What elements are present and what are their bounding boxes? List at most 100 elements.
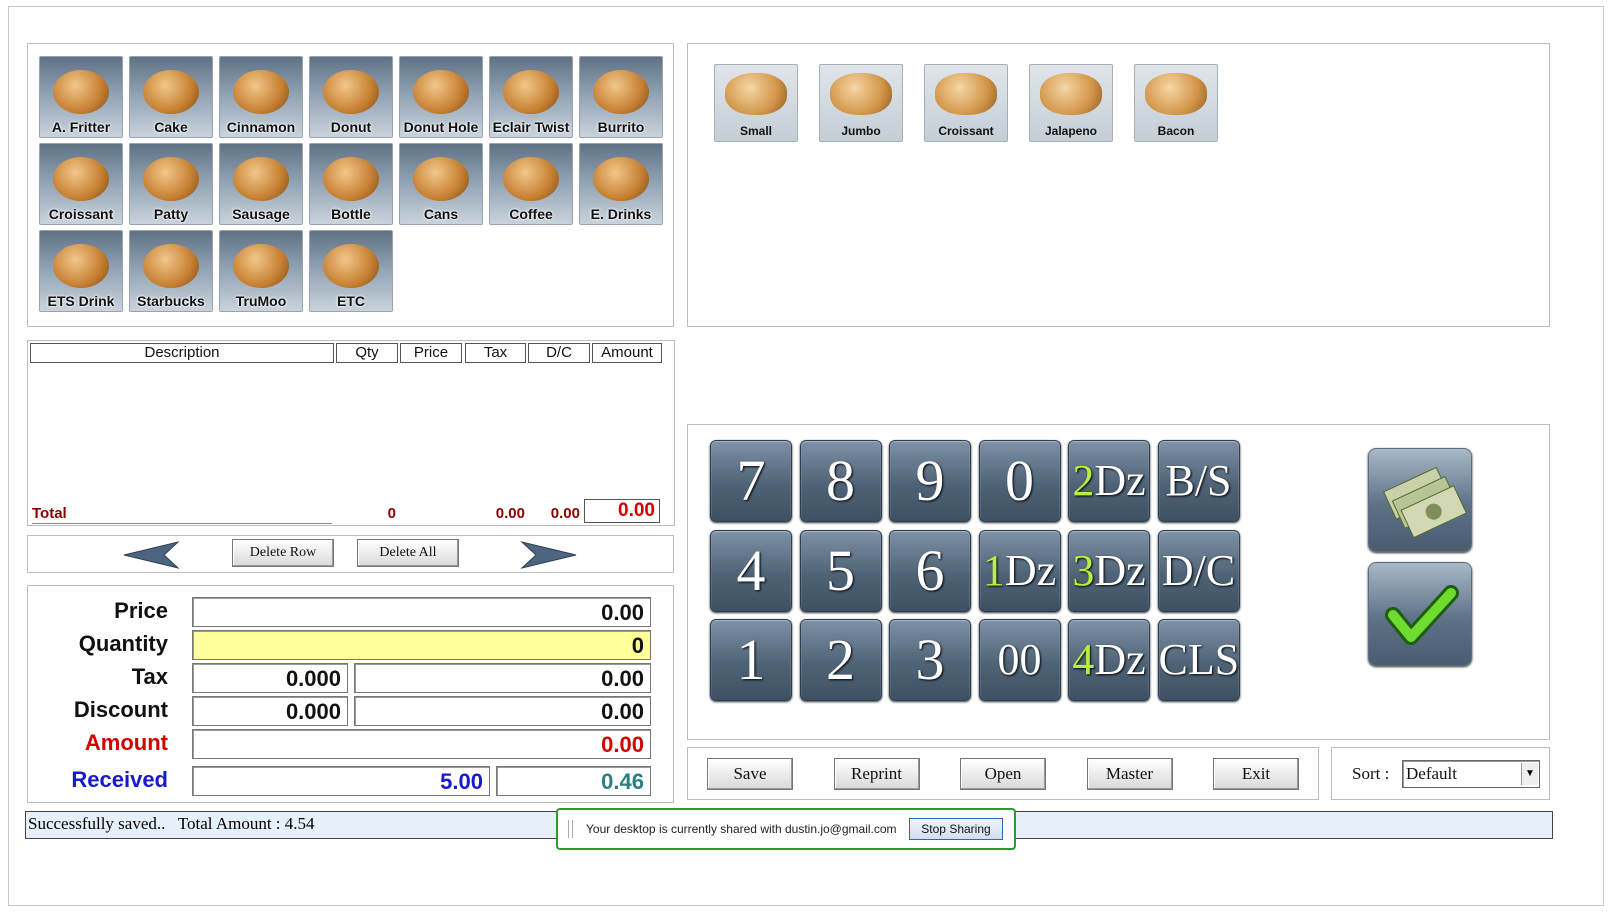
order-grid: Description Qty Price Tax D/C Amount Tot… (27, 340, 675, 526)
keypad-key-label: 1Dz (982, 545, 1057, 595)
keypad-key[interactable]: 5 (799, 529, 882, 612)
product-button[interactable]: Cake (129, 56, 213, 138)
keypad-key[interactable]: 4 (710, 529, 792, 612)
keypad-key[interactable]: 3Dz (1068, 529, 1150, 612)
product-label: ETC (337, 293, 365, 309)
product-button[interactable]: Starbucks (129, 230, 213, 312)
exit-button[interactable]: Exit (1213, 758, 1299, 790)
keypad-key[interactable]: B/S (1157, 440, 1240, 522)
product-button[interactable]: Donut Hole (399, 56, 483, 138)
product-button[interactable]: A. Fritter (39, 56, 123, 138)
keypad-key[interactable]: 6 (889, 529, 971, 612)
save-button[interactable]: Save (707, 758, 793, 790)
entry-panel: Price 0.00 Quantity 0 Tax 0.000 0.00 Dis… (27, 585, 674, 803)
product-label: Burrito (597, 119, 645, 135)
product-button[interactable]: Croissant (39, 143, 123, 225)
sort-label: Sort : (1352, 764, 1390, 783)
col-tax[interactable]: Tax (465, 343, 526, 363)
received-field[interactable]: 5.00 (192, 766, 490, 796)
product-button[interactable]: Eclair Twist (489, 56, 573, 138)
subproduct-button[interactable]: Bacon (1134, 64, 1218, 142)
keypad-key[interactable]: 1 (710, 619, 792, 701)
prev-arrow-icon[interactable] (122, 540, 180, 570)
keypad-key[interactable]: 7 (710, 440, 792, 522)
keypad-key[interactable]: CLS (1157, 619, 1240, 701)
status-text: Successfully saved.. Total Amount : 4.54 (28, 814, 315, 833)
tax-amount-field[interactable]: 0.00 (354, 663, 651, 693)
col-price[interactable]: Price (400, 343, 462, 363)
product-button[interactable]: Donut (309, 56, 393, 138)
amount-field[interactable]: 0.00 (192, 729, 651, 759)
keypad-key[interactable]: 0 (978, 440, 1061, 522)
discount-amount-field[interactable]: 0.00 (354, 696, 651, 726)
keypad-key[interactable]: 9 (889, 440, 971, 522)
col-amount[interactable]: Amount (592, 343, 662, 363)
sort-panel: Sort : Default ▼ (1331, 747, 1550, 800)
master-button[interactable]: Master (1086, 758, 1173, 790)
quantity-field[interactable]: 0 (192, 630, 651, 660)
keypad-key[interactable]: D/C (1157, 529, 1240, 612)
product-button[interactable]: Cinnamon (219, 56, 303, 138)
checkmark-icon (1385, 585, 1459, 645)
delete-row-button[interactable]: Delete Row (232, 539, 334, 567)
subproduct-label: Jalapeno (1044, 124, 1098, 138)
keypad-key[interactable]: 2 (799, 619, 882, 701)
keypad-key[interactable]: 2Dz (1068, 440, 1150, 522)
keypad-key[interactable]: 3 (889, 619, 971, 701)
product-label: A. Fritter (51, 119, 111, 135)
product-label: Donut Hole (403, 119, 479, 135)
next-arrow-icon[interactable] (520, 540, 578, 570)
product-button[interactable]: Bottle (309, 143, 393, 225)
keypad-key-label: 00 (997, 635, 1042, 684)
keypad-key[interactable]: 00 (978, 619, 1061, 701)
keypad-key-label: 3 (915, 627, 945, 692)
keypad-key-label: CLS (1158, 635, 1240, 684)
subproduct-button[interactable]: Jumbo (819, 64, 903, 142)
confirm-button[interactable] (1368, 562, 1472, 666)
subproduct-button[interactable]: Small (714, 64, 798, 142)
keypad-key[interactable]: 1Dz (978, 529, 1061, 612)
delete-all-button[interactable]: Delete All (357, 539, 459, 567)
product-button[interactable]: Sausage (219, 143, 303, 225)
share-grip-icon (568, 820, 573, 838)
reprint-button[interactable]: Reprint (833, 758, 920, 790)
product-button[interactable]: Burrito (579, 56, 663, 138)
product-button[interactable]: ETS Drink (39, 230, 123, 312)
product-label: Coffee (509, 206, 553, 222)
chevron-down-icon[interactable]: ▼ (1521, 763, 1538, 785)
keypad-key[interactable]: 8 (799, 440, 882, 522)
product-button[interactable]: TruMoo (219, 230, 303, 312)
subproduct-button[interactable]: Croissant (924, 64, 1008, 142)
keypad-key[interactable]: 4Dz (1068, 619, 1150, 701)
product-button[interactable]: Cans (399, 143, 483, 225)
cash-button[interactable] (1368, 448, 1472, 552)
subproduct-panel (687, 43, 1550, 327)
subproduct-image (1141, 69, 1211, 119)
product-label: Croissant (48, 206, 114, 222)
total-qty: 0 (387, 505, 396, 522)
sort-value: Default (1406, 764, 1457, 783)
stop-sharing-button[interactable]: Stop Sharing (909, 818, 1003, 840)
subproduct-label: Bacon (1157, 124, 1195, 138)
discount-rate-field[interactable]: 0.000 (192, 696, 348, 726)
change-field[interactable]: 0.46 (496, 766, 651, 796)
subproduct-label: Croissant (938, 124, 994, 138)
tax-rate-field[interactable]: 0.000 (192, 663, 348, 693)
product-button[interactable]: ETC (309, 230, 393, 312)
product-button[interactable]: Patty (129, 143, 213, 225)
product-button[interactable]: Coffee (489, 143, 573, 225)
keypad-key-label: 3Dz (1072, 545, 1146, 595)
col-qty[interactable]: Qty (336, 343, 398, 363)
sort-select[interactable]: Default ▼ (1402, 760, 1540, 788)
col-dc[interactable]: D/C (528, 343, 590, 363)
product-button[interactable]: E. Drinks (579, 143, 663, 225)
subproduct-image (826, 69, 896, 119)
product-label: E. Drinks (590, 206, 652, 222)
subproduct-button[interactable]: Jalapeno (1029, 64, 1113, 142)
cash-icon (1383, 466, 1467, 539)
col-description[interactable]: Description (30, 343, 334, 363)
product-label: Starbucks (137, 293, 205, 309)
keypad-key-label: 4Dz (1072, 635, 1146, 684)
price-field[interactable]: 0.00 (192, 597, 651, 627)
open-button[interactable]: Open (960, 758, 1046, 790)
